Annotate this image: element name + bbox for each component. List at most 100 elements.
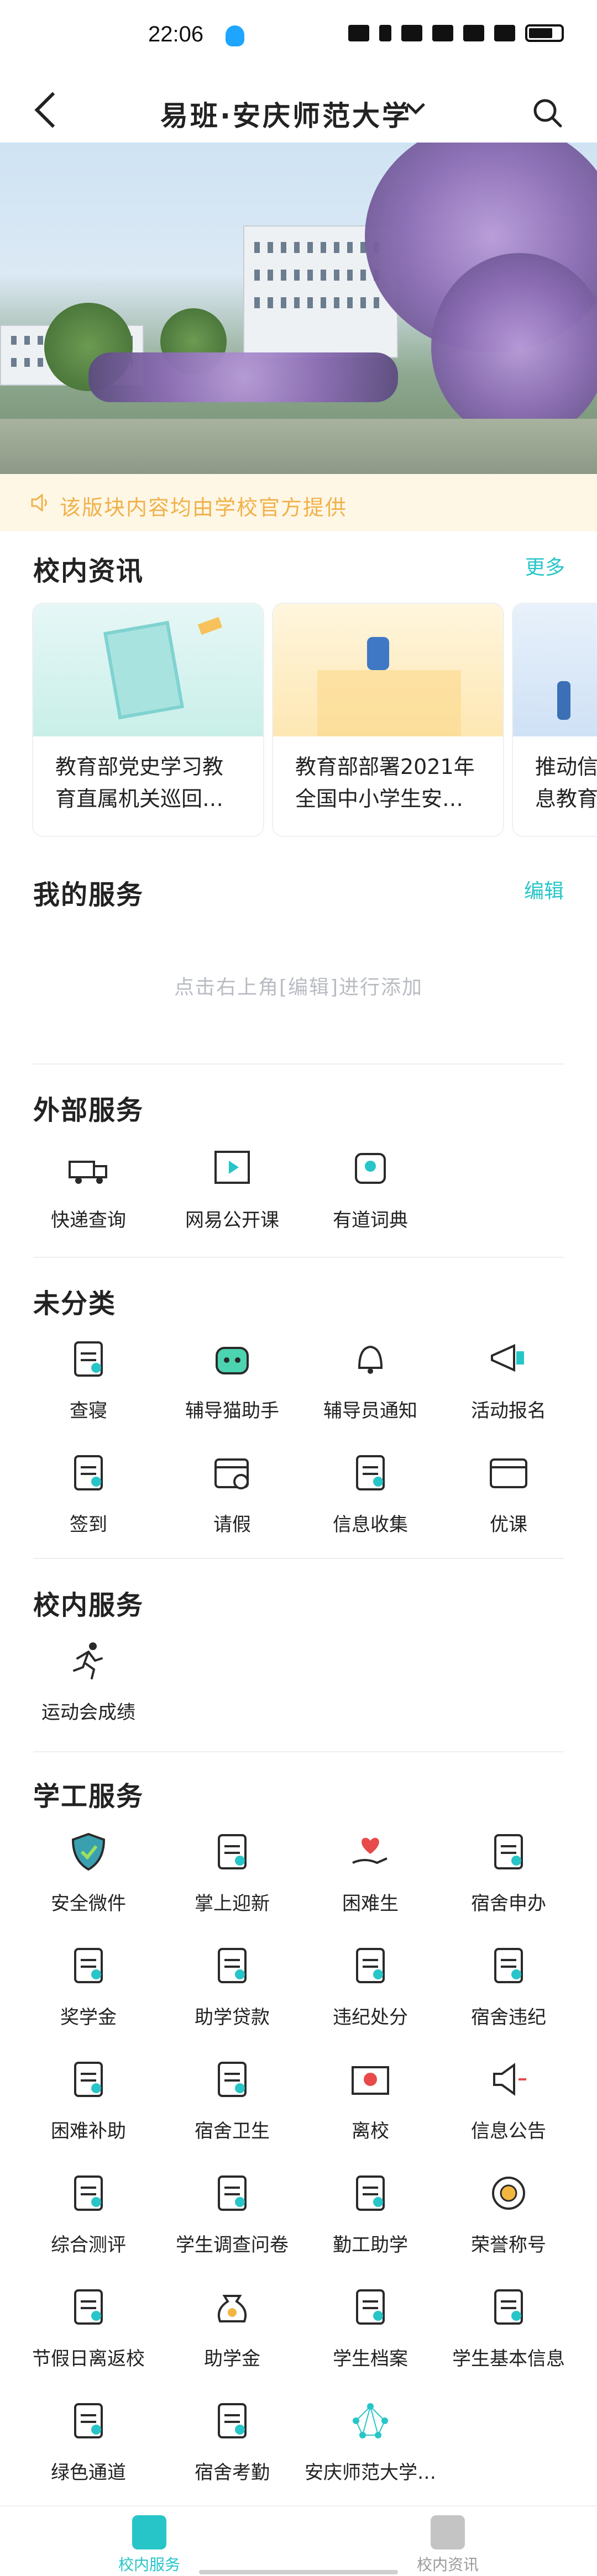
service-label: 奖学金 (60, 2006, 117, 2029)
service-label: 优课 (490, 1514, 527, 1536)
service-label: 助学贷款 (195, 2006, 270, 2029)
campus-banner-image[interactable] (0, 143, 597, 474)
service-item[interactable]: 安庆师范大学… (298, 2399, 442, 2484)
service-item[interactable]: 网易公开课 (160, 1146, 304, 1232)
service-item[interactable]: 信息公告 (437, 2057, 580, 2143)
service-item[interactable]: 掌上迎新 (160, 1830, 304, 1915)
service-label: 学生调查问卷 (176, 2234, 289, 2256)
service-item[interactable]: 综合测评 (17, 2171, 160, 2257)
tab-campus-news[interactable]: 校内资讯 (376, 2515, 520, 2575)
student-affairs-title: 学工服务 (33, 1781, 144, 1812)
service-label: 辅导员通知 (323, 1400, 417, 1422)
signal-icon (494, 25, 515, 41)
service-item[interactable]: 学生调查问卷 (160, 2171, 304, 2257)
service-item[interactable]: 节假日离返校 (17, 2285, 160, 2370)
dictionary-icon (348, 1146, 392, 1190)
service-item[interactable]: 签到 (17, 1451, 160, 1536)
my-services-placeholder: 点击右上角[编辑]进行添加 (174, 976, 423, 999)
service-item[interactable]: 奖学金 (17, 1943, 160, 2029)
back-arrow-icon[interactable] (34, 92, 71, 128)
service-label: 安全微件 (51, 1893, 126, 1915)
service-label: 掌上迎新 (195, 1893, 270, 1915)
service-item[interactable]: 辅导猫助手 (160, 1337, 304, 1423)
service-item[interactable]: 信息收集 (298, 1451, 442, 1536)
heart-hand-icon (348, 1830, 392, 1874)
assessment-icon (66, 2171, 111, 2215)
news-more-link[interactable]: 更多 (525, 551, 565, 580)
survey-icon (210, 2171, 254, 2215)
service-item[interactable]: 困难补助 (17, 2057, 160, 2143)
school-title[interactable]: 易班·安庆师范大学 (160, 94, 412, 134)
hygiene-icon (210, 2057, 254, 2101)
campus-services-tab-icon (132, 2515, 166, 2549)
service-label: 绿色通道 (51, 2462, 126, 2484)
service-item[interactable]: 助学贷款 (160, 1943, 304, 2029)
service-label: 宿舍卫生 (195, 2120, 270, 2142)
service-label: 快递查询 (51, 1209, 126, 1231)
service-label: 信息收集 (333, 1514, 408, 1536)
service-item[interactable]: 助学金 (160, 2285, 304, 2370)
status-time: 22:06 (148, 22, 204, 46)
search-icon[interactable] (532, 97, 563, 128)
scholarship-icon (66, 1943, 111, 1988)
service-item[interactable]: 快递查询 (17, 1146, 160, 1232)
network-icon (348, 2399, 392, 2443)
battery-icon (525, 24, 564, 42)
service-item[interactable]: 宿舍考勤 (160, 2399, 304, 2484)
service-label: 辅导猫助手 (185, 1400, 279, 1422)
service-item[interactable]: 辅导员通知 (298, 1337, 442, 1423)
service-label: 违纪处分 (333, 2006, 408, 2029)
service-label: 助学金 (204, 2348, 260, 2370)
service-item[interactable]: 困难生 (298, 1830, 442, 1915)
service-label: 宿舍考勤 (195, 2462, 270, 2484)
dorm-check-icon (66, 1337, 111, 1381)
service-item[interactable]: 安全微件 (17, 1830, 160, 1915)
qq-notification-icon (226, 25, 244, 46)
service-item[interactable]: 活动报名 (437, 1337, 580, 1423)
service-label: 查寝 (70, 1400, 107, 1422)
service-item[interactable]: 有道词典 (298, 1146, 442, 1232)
uncategorized-title: 未分类 (33, 1288, 117, 1319)
service-label: 宿舍违纪 (471, 2006, 546, 2029)
edit-doc-icon (348, 1943, 392, 1988)
news-card-title: 教育部部署2021年全国中小学生安… (295, 755, 475, 811)
service-item[interactable]: 离校 (298, 2057, 442, 2143)
divider (33, 1063, 564, 1065)
service-label: 学生档案 (333, 2348, 408, 2370)
service-item[interactable]: 勤工助学 (298, 2171, 442, 2257)
external-services-title: 外部服务 (33, 1095, 144, 1126)
service-item[interactable]: 违纪处分 (298, 1943, 442, 2029)
service-item[interactable]: 学生基本信息 (437, 2285, 580, 2370)
service-item[interactable]: 宿舍卫生 (160, 2057, 304, 2143)
loan-icon (210, 1943, 254, 1988)
service-item[interactable]: 绿色通道 (17, 2399, 160, 2484)
service-label: 活动报名 (471, 1400, 546, 1422)
service-item[interactable]: 宿舍申办 (437, 1830, 580, 1915)
tab-campus-services[interactable]: 校内服务 (77, 2515, 221, 2575)
service-item[interactable]: 请假 (160, 1451, 304, 1536)
archive-icon (348, 2285, 392, 2329)
divider (33, 1558, 564, 1559)
service-label: 网易公开课 (185, 1209, 279, 1231)
service-label: 困难生 (342, 1893, 399, 1915)
service-label: 运动会成绩 (41, 1701, 135, 1724)
news-card-title: 推动信息教育 (535, 755, 597, 811)
service-item[interactable]: 查寝 (17, 1337, 160, 1423)
news-card-image (513, 604, 597, 736)
service-item[interactable]: 学生档案 (298, 2285, 442, 2370)
news-card[interactable]: 教育部党史学习教育直属机关巡回… (33, 604, 263, 836)
edit-link[interactable]: 编辑 (524, 875, 564, 904)
news-card[interactable]: 推动信息教育 (513, 604, 597, 836)
search-doc-icon (348, 2171, 392, 2215)
news-card[interactable]: 教育部部署2021年全国中小学生安… (273, 604, 503, 836)
bell-icon (348, 1337, 392, 1381)
service-item[interactable]: 优课 (437, 1451, 580, 1536)
runner-icon (66, 1639, 111, 1683)
news-card-image (33, 604, 263, 736)
green-channel-icon (66, 2399, 111, 2443)
service-item[interactable]: 运动会成绩 (17, 1639, 160, 1724)
service-item[interactable]: 宿舍违纪 (437, 1943, 580, 2029)
service-item[interactable]: 荣誉称号 (437, 2171, 580, 2257)
service-label: 宿舍申办 (471, 1893, 546, 1915)
id-card-icon (210, 1830, 254, 1874)
